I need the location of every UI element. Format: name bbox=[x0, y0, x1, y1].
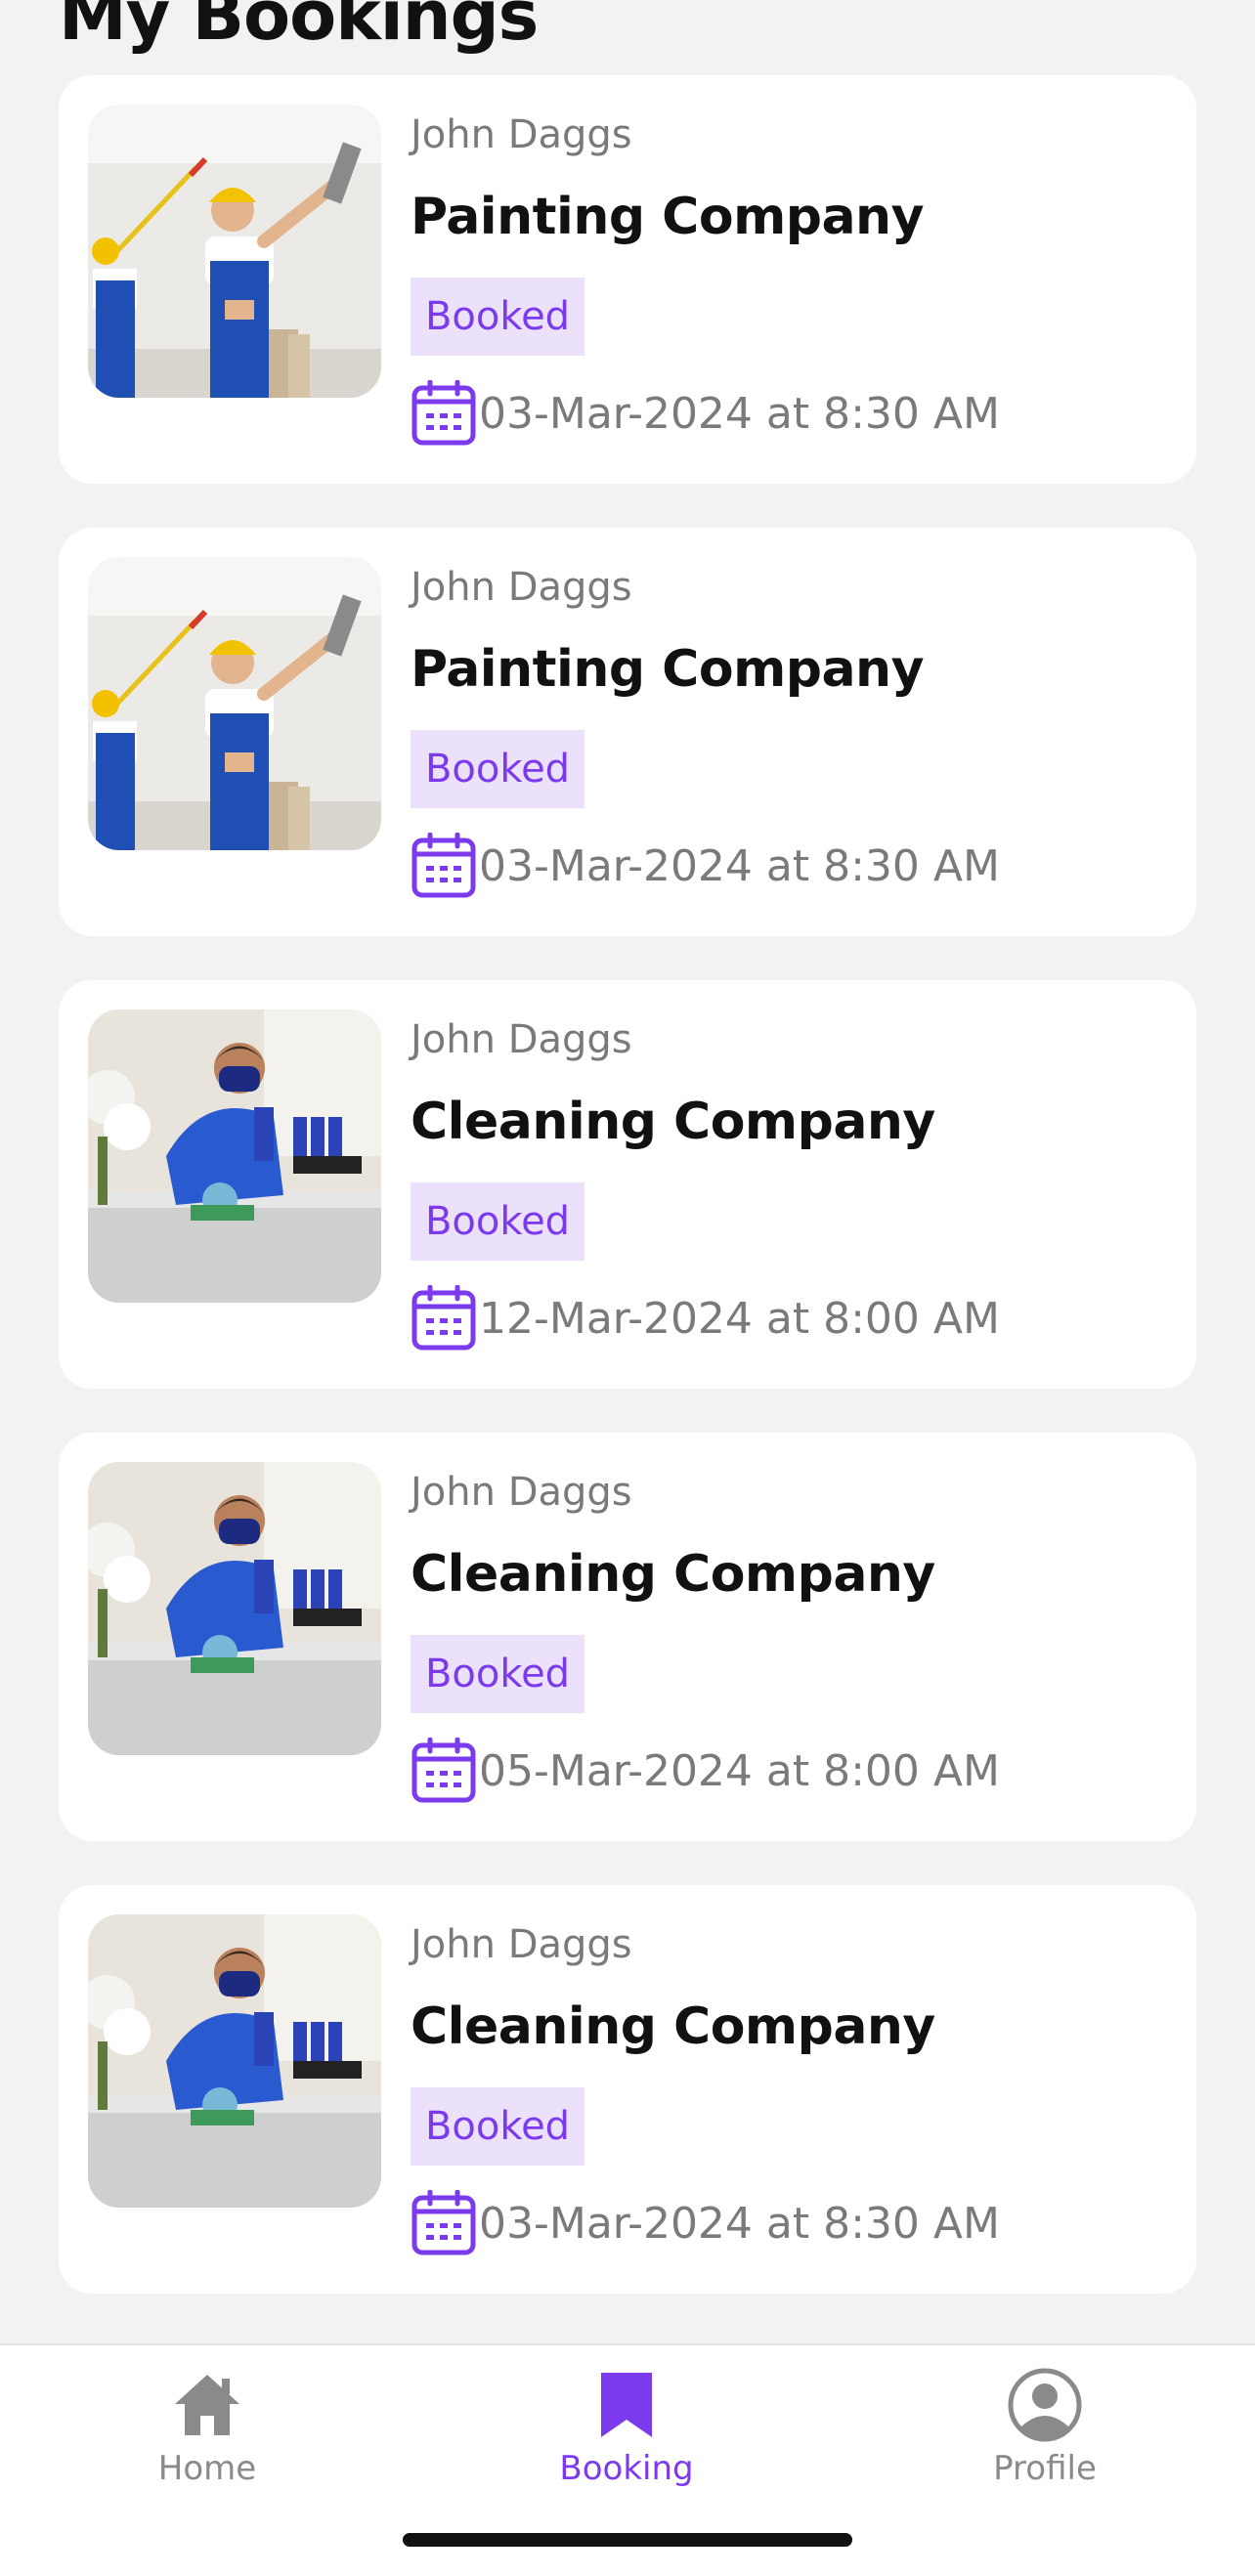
booking-card[interactable]: John Daggs Cleaning Company Booked 03-Ma… bbox=[59, 1885, 1196, 2294]
provider-name: John Daggs bbox=[411, 1470, 632, 1515]
status-badge: Booked bbox=[411, 278, 584, 356]
cleaner-photo bbox=[88, 1462, 381, 1755]
cleaner-photo bbox=[88, 1914, 381, 2208]
bookings-list: John Daggs Painting Company Booked 03-Ma… bbox=[59, 75, 1196, 2338]
booking-date-text: 03-Mar-2024 at 8:30 AM bbox=[479, 840, 1000, 891]
booking-date-text: 03-Mar-2024 at 8:30 AM bbox=[479, 2198, 1000, 2249]
cleaner-photo bbox=[88, 1009, 381, 1303]
status-badge: Booked bbox=[411, 1635, 584, 1713]
booking-date-text: 03-Mar-2024 at 8:30 AM bbox=[479, 388, 1000, 439]
status-badge: Booked bbox=[411, 730, 584, 808]
service-name: Cleaning Company bbox=[411, 1545, 935, 1604]
tab-home[interactable]: Home bbox=[100, 2367, 315, 2504]
painters-photo bbox=[88, 105, 381, 398]
tab-home-label: Home bbox=[157, 2449, 257, 2488]
bookmark-icon bbox=[601, 2373, 652, 2437]
booking-date: 03-Mar-2024 at 8:30 AM bbox=[411, 380, 1000, 447]
booking-date: 03-Mar-2024 at 8:30 AM bbox=[411, 2190, 1000, 2256]
calendar-icon bbox=[411, 380, 477, 447]
booking-card[interactable]: John Daggs Painting Company Booked 03-Ma… bbox=[59, 528, 1196, 936]
status-badge: Booked bbox=[411, 2087, 584, 2166]
page-title: My Bookings bbox=[59, 0, 539, 56]
booking-date: 12-Mar-2024 at 8:00 AM bbox=[411, 1285, 1000, 1352]
booking-date: 03-Mar-2024 at 8:30 AM bbox=[411, 833, 1000, 899]
provider-name: John Daggs bbox=[411, 112, 632, 157]
home-icon bbox=[175, 2375, 239, 2435]
calendar-icon bbox=[411, 833, 477, 899]
user-circle-icon bbox=[1008, 2368, 1082, 2442]
status-label: Booked bbox=[424, 2104, 571, 2149]
booking-card[interactable]: John Daggs Painting Company Booked 03-Ma… bbox=[59, 75, 1196, 484]
status-badge: Booked bbox=[411, 1182, 584, 1261]
tab-booking-label: Booking bbox=[559, 2449, 694, 2488]
provider-name: John Daggs bbox=[411, 565, 632, 610]
status-label: Booked bbox=[424, 747, 571, 792]
tab-booking[interactable]: Booking bbox=[519, 2367, 734, 2504]
painters-photo bbox=[88, 557, 381, 850]
tab-profile-label: Profile bbox=[993, 2449, 1097, 2488]
booking-card[interactable]: John Daggs Cleaning Company Booked 12-Ma… bbox=[59, 980, 1196, 1389]
service-name: Painting Company bbox=[411, 640, 924, 699]
tab-profile[interactable]: Profile bbox=[937, 2367, 1152, 2504]
calendar-icon bbox=[411, 1738, 477, 1804]
booking-date: 05-Mar-2024 at 8:00 AM bbox=[411, 1738, 1000, 1804]
calendar-icon bbox=[411, 1285, 477, 1352]
booking-date-text: 12-Mar-2024 at 8:00 AM bbox=[479, 1293, 1000, 1344]
home-indicator bbox=[403, 2533, 852, 2547]
booking-card[interactable]: John Daggs Cleaning Company Booked 05-Ma… bbox=[59, 1433, 1196, 1841]
service-name: Cleaning Company bbox=[411, 1997, 935, 2056]
my-bookings-screen: My Bookings John Daggs Painting Company … bbox=[0, 0, 1255, 2576]
provider-name: John Daggs bbox=[411, 1922, 632, 1967]
booking-date-text: 05-Mar-2024 at 8:00 AM bbox=[479, 1745, 1000, 1796]
status-label: Booked bbox=[424, 294, 571, 339]
service-name: Cleaning Company bbox=[411, 1093, 935, 1151]
status-label: Booked bbox=[424, 1199, 571, 1244]
provider-name: John Daggs bbox=[411, 1017, 632, 1062]
calendar-icon bbox=[411, 2190, 477, 2256]
service-name: Painting Company bbox=[411, 188, 924, 246]
status-label: Booked bbox=[424, 1652, 571, 1696]
